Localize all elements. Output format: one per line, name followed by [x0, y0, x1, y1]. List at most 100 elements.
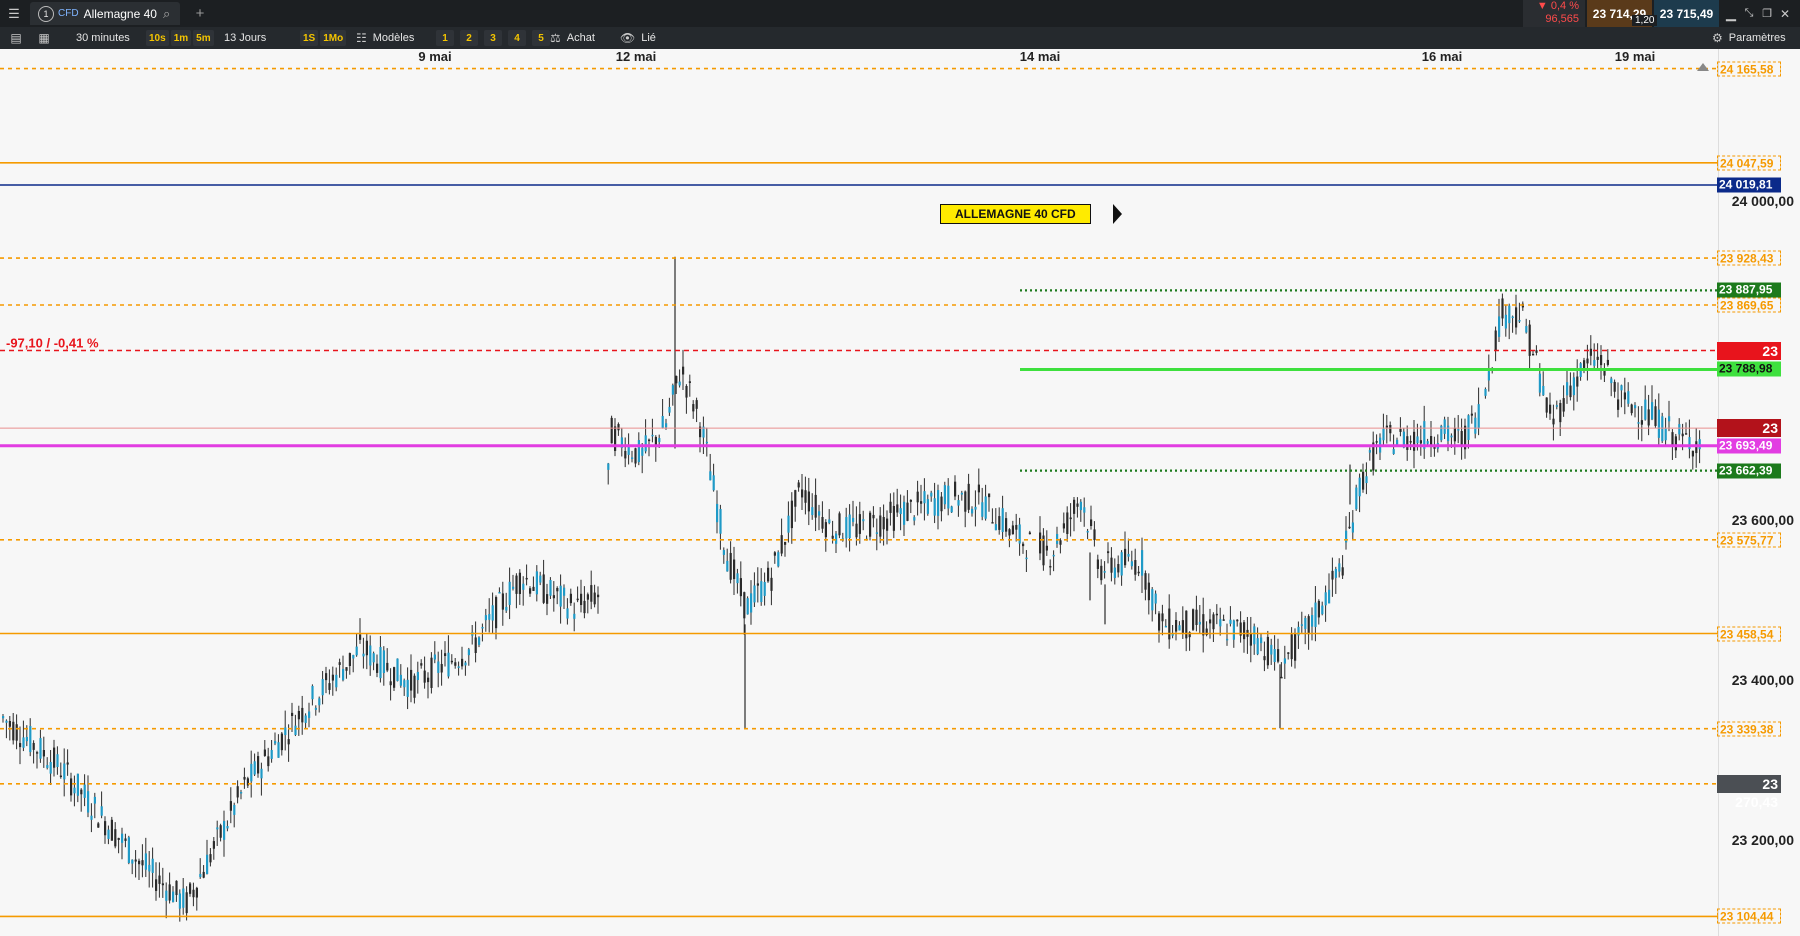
templates-button[interactable]: Modèles: [367, 29, 421, 47]
period-1mo-button[interactable]: 1Mo: [320, 30, 347, 46]
candle-body: [267, 756, 270, 767]
price-level-label[interactable]: 24 165,58: [1717, 61, 1781, 76]
candle-body: [998, 516, 1001, 530]
candle-body: [954, 481, 957, 497]
candle-body: [746, 598, 749, 615]
candle-body: [926, 499, 929, 514]
candle-body: [631, 457, 634, 459]
candle-body: [967, 483, 970, 510]
price-level-label[interactable]: 23 812,65: [1717, 341, 1781, 377]
price-level-label[interactable]: 24 019,81: [1717, 177, 1781, 193]
price-level-label[interactable]: 23 887,95: [1717, 282, 1781, 298]
price-level-label[interactable]: 23 662,39: [1717, 463, 1781, 479]
template-slot-1[interactable]: 1: [436, 30, 454, 46]
list-icon[interactable]: ▤: [6, 28, 26, 48]
price-level-label[interactable]: 24 047,59: [1717, 155, 1781, 171]
candle-body: [1647, 409, 1650, 426]
candle-body: [1416, 436, 1419, 444]
candle-body: [1691, 450, 1694, 457]
price-chart[interactable]: 9 mai 12 mai 14 mai 16 mai 19 mai 24 000,00 2…: [0, 49, 1800, 936]
price-level-label[interactable]: 23 575,77: [1717, 532, 1781, 548]
candle-body: [29, 726, 32, 753]
interval-10s-button[interactable]: 10s: [146, 30, 169, 46]
instrument-tab[interactable]: 1 CFD Allemagne 40 ⌕: [30, 2, 180, 25]
template-slot-2[interactable]: 2: [460, 30, 478, 46]
candle-body: [1617, 399, 1620, 410]
link-button[interactable]: Lié: [635, 29, 662, 47]
price-level-label[interactable]: 23 869,65: [1717, 297, 1781, 313]
interval-5m-button[interactable]: 5m: [193, 30, 214, 46]
candle-body: [1460, 430, 1463, 446]
template-slot-4[interactable]: 4: [508, 30, 526, 46]
candlestick-plot[interactable]: [0, 49, 1718, 936]
candle-body: [1542, 385, 1545, 396]
timeframe-select[interactable]: 30 minutes: [70, 29, 136, 47]
candle-body: [1226, 638, 1229, 641]
price-level-label[interactable]: 23 339,38: [1717, 721, 1781, 737]
candle-body: [835, 533, 838, 544]
buy-icon: ⚖: [550, 31, 561, 45]
candle-body: [277, 742, 280, 758]
settings-button[interactable]: Paramètres: [1723, 29, 1792, 47]
candle-body: [1627, 391, 1630, 404]
candle-body: [505, 606, 508, 611]
price-level-label[interactable]: 23 458,54: [1717, 626, 1781, 641]
candle-body: [1028, 532, 1031, 535]
candle-body: [726, 560, 729, 572]
candle-body: [1341, 567, 1344, 576]
price-level-label[interactable]: 23 693,49: [1717, 438, 1781, 454]
candle-body: [756, 583, 759, 586]
candle-body: [1178, 625, 1181, 631]
variation-label: -97,10 / -0,41 %: [6, 335, 99, 351]
candle-body: [100, 806, 103, 816]
search-icon[interactable]: ⌕: [163, 6, 170, 22]
template-slot-5[interactable]: 5: [532, 30, 550, 46]
template-slot-3[interactable]: 3: [484, 30, 502, 46]
price-level-label[interactable]: 23 715,49: [1717, 419, 1781, 454]
alert-bell-icon[interactable]: [1697, 63, 1709, 73]
candle-body: [886, 518, 889, 531]
layout-grid-icon[interactable]: ▦: [34, 28, 54, 48]
candle-body: [760, 581, 763, 603]
candle-body: [1317, 600, 1320, 618]
candle-body: [750, 593, 753, 613]
menu-icon[interactable]: ☰: [4, 0, 24, 27]
candle-body: [916, 491, 919, 503]
price-level-label[interactable]: 23 104,44: [1717, 908, 1781, 924]
candle-body: [529, 588, 532, 594]
close-icon[interactable]: ✕: [1776, 4, 1794, 24]
candle-body: [1083, 507, 1086, 513]
candle-body: [1107, 551, 1110, 554]
candle-body: [297, 710, 300, 720]
add-tab-icon[interactable]: +: [190, 0, 210, 27]
price-level-label[interactable]: 23 788,98: [1717, 361, 1781, 377]
candle-body: [416, 671, 419, 681]
interval-1m-button[interactable]: 1m: [170, 30, 192, 46]
collapse-icon[interactable]: ⤡: [1740, 4, 1758, 24]
period-1s-button[interactable]: 1S: [300, 30, 319, 46]
period-select[interactable]: 13 Jours: [218, 29, 272, 47]
candle-body: [1681, 433, 1684, 437]
candle-body: [1232, 620, 1235, 640]
candle-body: [933, 498, 936, 516]
candle-body: [753, 585, 756, 603]
price-level-label[interactable]: 23 270,43: [1717, 774, 1781, 810]
templates-icon: ☷: [356, 31, 367, 45]
candle-body: [39, 738, 42, 759]
maximize-icon[interactable]: ❐: [1758, 4, 1776, 24]
candle-body: [376, 663, 379, 673]
candle-body: [59, 775, 62, 778]
buy-button[interactable]: Achat: [561, 29, 601, 47]
candle-body: [464, 662, 467, 666]
candle-body: [287, 739, 290, 745]
minimize-icon[interactable]: ▁: [1722, 4, 1740, 24]
candle-body: [556, 587, 559, 592]
candle-body: [658, 438, 661, 443]
candle-body: [352, 655, 355, 659]
price-level-label[interactable]: 23 928,43: [1717, 250, 1781, 266]
candle-body: [410, 669, 413, 691]
candle-body: [216, 827, 219, 830]
candle-body: [1399, 428, 1402, 432]
candle-body: [617, 424, 620, 431]
ask-price[interactable]: 23 715,49: [1654, 0, 1719, 27]
